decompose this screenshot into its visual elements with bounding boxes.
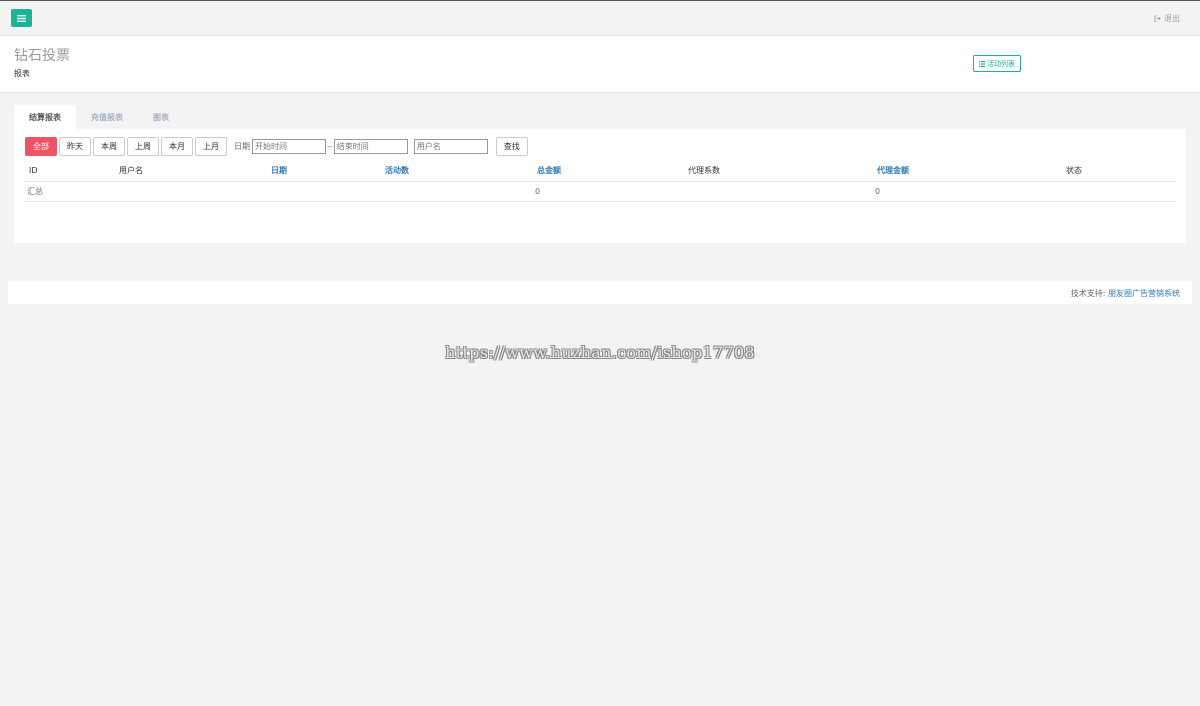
- table-row: 汇总 0 0: [25, 181, 1175, 202]
- column-total-amount[interactable]: 总金额: [533, 161, 684, 182]
- end-date-input[interactable]: [333, 139, 408, 154]
- logout-label: 退出: [1164, 14, 1180, 23]
- tab-chart[interactable]: 图表: [138, 105, 184, 129]
- filter-last-month-button[interactable]: 上月: [195, 137, 227, 156]
- column-activity-count[interactable]: 活动数: [381, 161, 533, 182]
- filter-all-button[interactable]: 全部: [25, 137, 57, 156]
- support-label: 技术支持:: [1070, 289, 1106, 298]
- list-icon: [979, 60, 985, 67]
- top-navbar: 退出: [0, 0, 1200, 36]
- filter-this-week-button[interactable]: 本周: [93, 137, 125, 156]
- menu-toggle-button[interactable]: [11, 9, 32, 27]
- summary-agent-amount: 0: [873, 181, 1062, 202]
- activity-list-button[interactable]: 活动列表: [973, 55, 1021, 72]
- hamburger-icon: [17, 14, 26, 22]
- tab-settlement-report[interactable]: 结算报表: [14, 105, 76, 129]
- report-tabs: 结算报表 充值报表 图表: [14, 105, 184, 129]
- sign-out-icon: [1154, 15, 1161, 22]
- watermark-text: https://www.huzhan.com/ishop17708: [445, 343, 755, 362]
- page-title: 钻石投票: [14, 48, 70, 64]
- summary-label: 汇总: [25, 181, 115, 202]
- footer: 技术支持: 朋友圈广告营销系统: [8, 281, 1192, 304]
- column-date[interactable]: 日期: [267, 161, 381, 182]
- start-date-input[interactable]: [252, 139, 326, 154]
- page-heading: 钻石投票 报表 活动列表: [0, 36, 1200, 93]
- filter-this-month-button[interactable]: 本月: [161, 137, 193, 156]
- activity-list-label: 活动列表: [987, 60, 1015, 68]
- logout-link[interactable]: 退出: [1154, 13, 1180, 24]
- tech-support: 技术支持: 朋友圈广告营销系统: [1071, 288, 1180, 299]
- column-status: 状态: [1062, 161, 1175, 182]
- settlement-table: ID 用户名 日期 活动数 总金额 代理系数 代理金额 状态 汇总 0 0: [25, 161, 1175, 202]
- filter-yesterday-button[interactable]: 昨天: [59, 137, 91, 156]
- summary-total-amount: 0: [533, 181, 684, 202]
- column-username: 用户名: [115, 161, 267, 182]
- column-id: ID: [25, 161, 115, 182]
- support-link[interactable]: 朋友圈广告营销系统: [1108, 289, 1180, 298]
- report-panel: 全部 昨天 本周 上周 本月 上月 日期 -- 查找 ID 用户名 日期 活动数…: [14, 129, 1186, 243]
- tab-recharge-report[interactable]: 充值报表: [76, 105, 138, 129]
- date-label: 日期: [234, 142, 250, 151]
- table-header-row: ID 用户名 日期 活动数 总金额 代理系数 代理金额 状态: [25, 161, 1175, 182]
- date-separator: --: [327, 142, 333, 151]
- filter-last-week-button[interactable]: 上周: [127, 137, 159, 156]
- page-subtitle: 报表: [14, 69, 30, 78]
- search-button[interactable]: 查找: [495, 137, 528, 156]
- column-agent-coefficient: 代理系数: [684, 161, 873, 182]
- username-input[interactable]: [413, 139, 488, 154]
- filter-bar: 全部 昨天 本周 上周 本月 上月 日期 -- 查找: [25, 137, 530, 156]
- column-agent-amount[interactable]: 代理金额: [873, 161, 1062, 182]
